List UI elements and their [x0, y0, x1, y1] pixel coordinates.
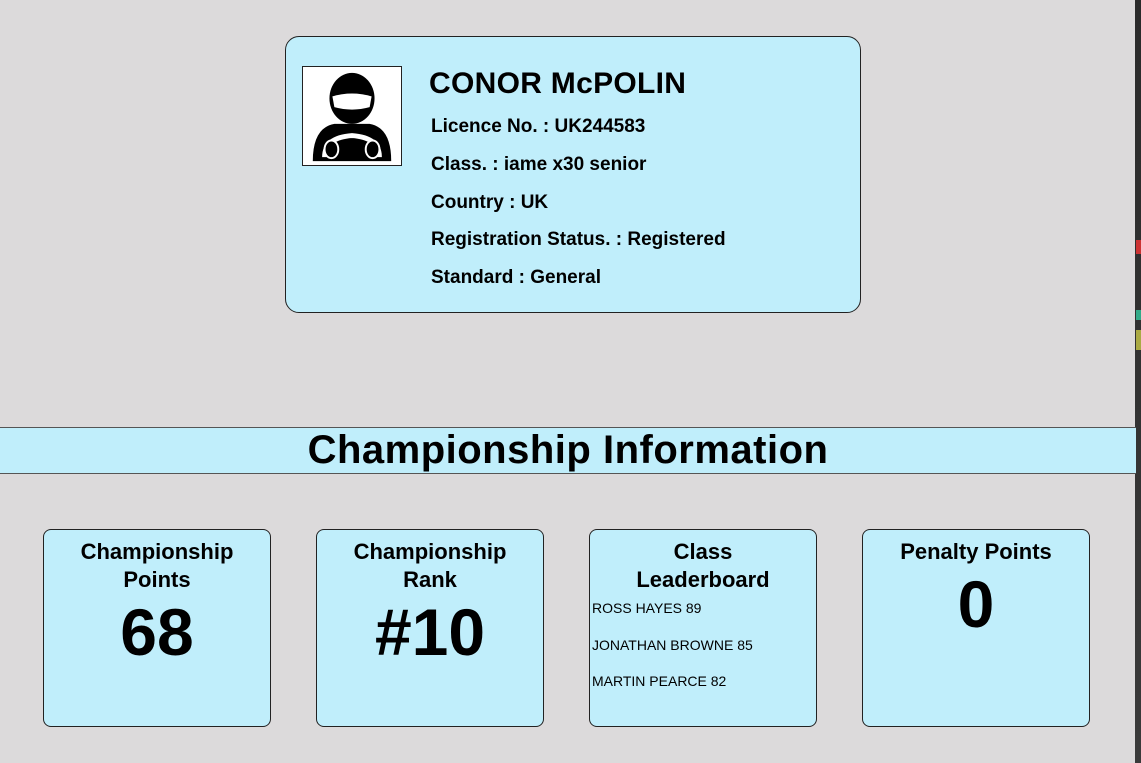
- licence-number: Licence No. : UK244583: [431, 116, 646, 137]
- championship-section-header: Championship Information: [0, 427, 1136, 474]
- championship-points-value: 68: [120, 595, 194, 669]
- championship-points-card: Championship Points 68: [43, 529, 271, 727]
- championship-rank-value: #10: [374, 595, 486, 669]
- driver-info-list: Licence No. : UK244583 Class. : iame x30…: [431, 116, 726, 305]
- class-leaderboard-card: Class Leaderboard ROSS HAYES 89 JONATHAN…: [589, 529, 817, 727]
- leaderboard-entry: ROSS HAYES 89: [592, 600, 702, 616]
- leaderboard-entry: JONATHAN BROWNE 85: [592, 636, 753, 653]
- penalty-points-value: 0: [957, 567, 995, 641]
- driver-class: Class. : iame x30 senior: [431, 153, 647, 175]
- penalty-points-card: Penalty Points 0: [862, 529, 1090, 727]
- window-edge-strip: [1135, 0, 1141, 763]
- stat-title: Penalty Points: [900, 539, 1052, 564]
- championship-rank-card: Championship Rank #10: [316, 529, 544, 727]
- driver-standard: Standard : General: [431, 267, 601, 289]
- section-title: Championship Information: [307, 428, 829, 472]
- driver-name: CONOR McPOLIN: [429, 67, 687, 100]
- leaderboard-entry: MARTIN PEARCE 82: [592, 673, 727, 689]
- helmeted-driver-icon: [302, 66, 402, 166]
- stat-title: Championship Rank: [353, 539, 507, 592]
- leaderboard-list: ROSS HAYES 89 JONATHAN BROWNE 85 MARTIN …: [590, 596, 816, 706]
- stat-title: Class Leaderboard: [636, 539, 770, 592]
- driver-country: Country : UK: [431, 191, 549, 213]
- stat-title: Championship Points: [80, 539, 234, 592]
- driver-profile-card: CONOR McPOLIN Licence No. : UK244583 Cla…: [285, 36, 861, 313]
- registration-status: Registration Status. : Registered: [431, 229, 726, 251]
